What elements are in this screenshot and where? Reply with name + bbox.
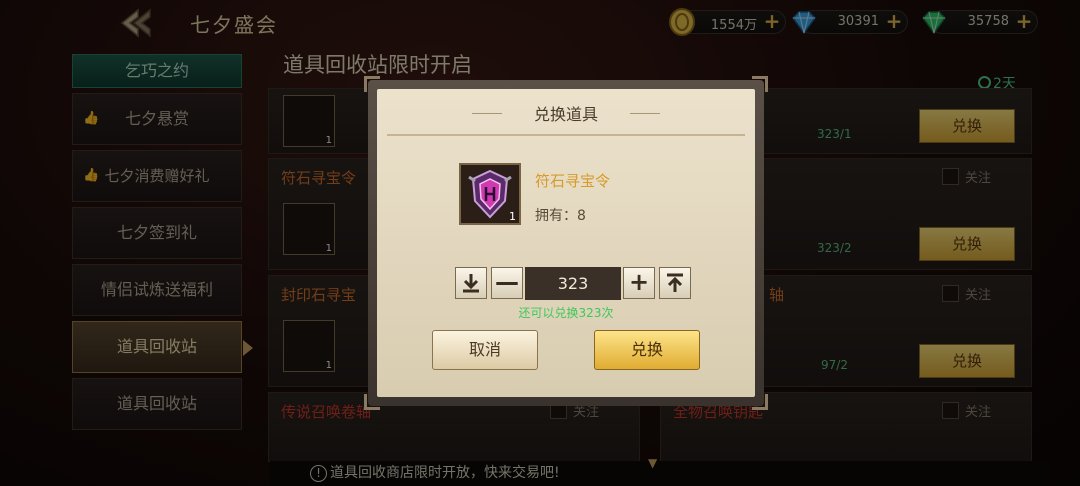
available-exchanges-text: 还可以兑换323次 <box>518 306 614 320</box>
plus-button[interactable]: + <box>623 267 655 299</box>
arrow-to-bottom-icon <box>463 274 479 293</box>
min-quantity-button[interactable] <box>455 267 487 299</box>
confirm-exchange-button[interactable]: 兑换 <box>594 330 700 370</box>
dialog-corner <box>364 76 380 92</box>
dialog-corner <box>364 394 380 410</box>
item-name: 符石寻宝令 <box>535 172 611 190</box>
minus-button[interactable]: — <box>491 267 523 299</box>
item-icon-slot[interactable]: 1 <box>459 163 521 225</box>
title-divider <box>387 134 745 136</box>
dialog-title: 兑换道具 <box>533 105 598 124</box>
owned-count: 拥有：8 <box>535 208 586 224</box>
max-quantity-button[interactable] <box>659 267 691 299</box>
arrow-to-top-icon <box>667 273 683 292</box>
quantity-input[interactable]: 323 <box>525 267 621 300</box>
dialog-corner <box>752 394 768 410</box>
item-count: 1 <box>509 210 516 223</box>
exchange-dialog: 兑换道具 1 符石寻宝令 拥有：8 — 323 + 还可以兑换323次 取消 兑… <box>364 76 768 410</box>
cancel-button[interactable]: 取消 <box>432 330 538 370</box>
dialog-panel: 兑换道具 1 符石寻宝令 拥有：8 — 323 + 还可以兑换323次 取消 兑… <box>377 89 755 397</box>
dialog-corner <box>752 76 768 92</box>
